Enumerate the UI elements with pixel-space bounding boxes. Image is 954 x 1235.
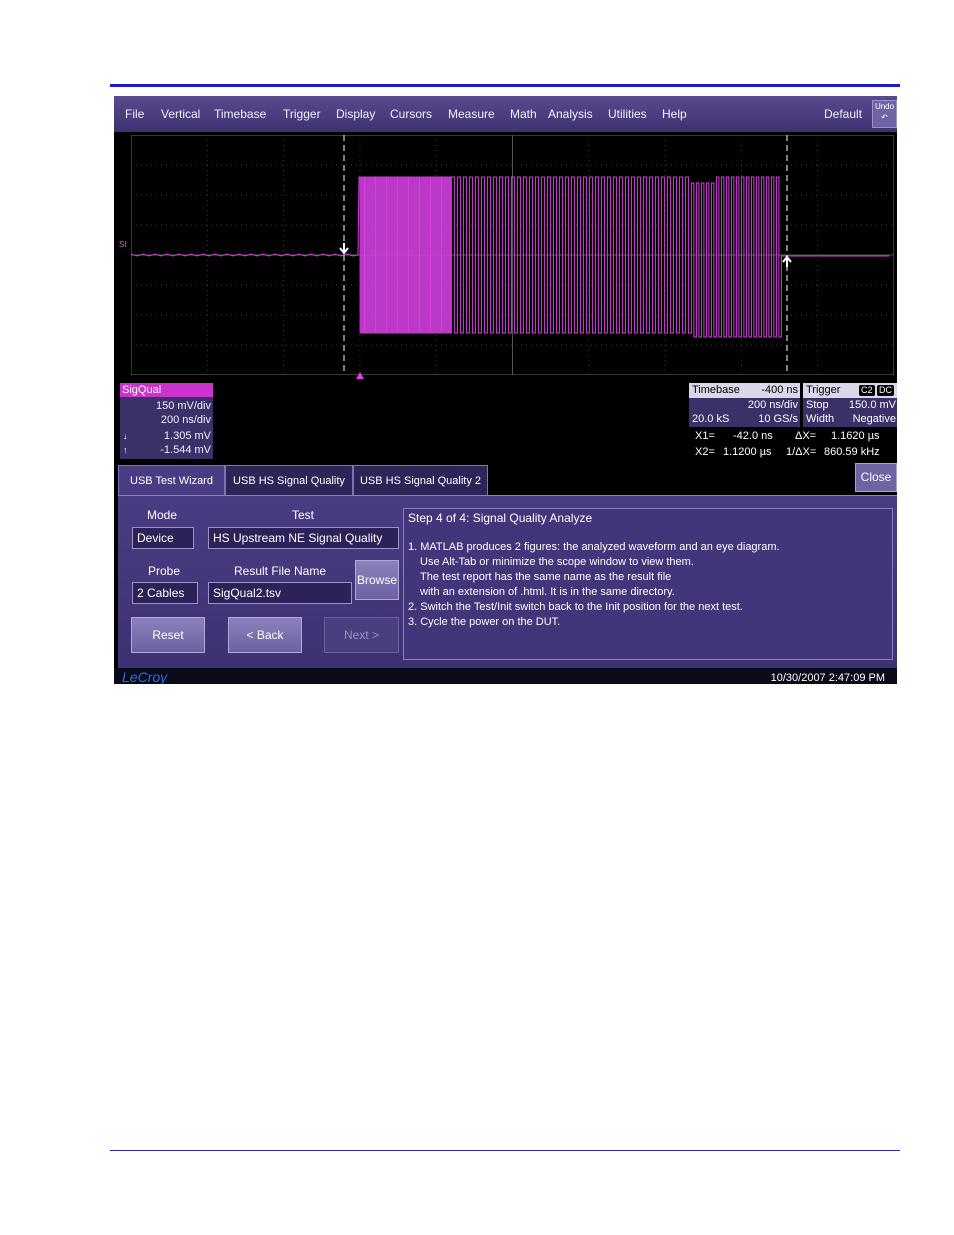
panel-body: Mode Device Test HS Upstream NE Signal Q…	[118, 495, 897, 669]
header-rule	[110, 84, 900, 87]
instruction-line: The test report has the same name as the…	[420, 571, 672, 583]
trigger-mode: Stop	[806, 399, 829, 411]
step-title: Step 4 of 4: Signal Quality Analyze	[408, 511, 593, 525]
tab-usb-hs-signal-quality-2[interactable]: USB HS Signal Quality 2	[353, 465, 488, 495]
trigger-position-icon	[356, 372, 364, 379]
menu-display[interactable]: Display	[336, 107, 375, 121]
cursor-up-icon: ↑	[123, 445, 128, 455]
menu-trigger[interactable]: Trigger	[283, 107, 321, 121]
test-field[interactable]: HS Upstream NE Signal Quality	[208, 527, 399, 549]
result-file-field[interactable]: SigQual2.tsv	[208, 582, 352, 604]
cursor-x1-label: X1=	[695, 430, 715, 442]
menu-vertical[interactable]: Vertical	[161, 107, 200, 121]
timebase-per-div: 200 ns/div	[747, 399, 798, 411]
date-time: 10/30/2007 2:47:09 PM	[770, 672, 885, 684]
instruction-line: Use Alt-Tab or minimize the scope window…	[420, 556, 694, 568]
menu-math[interactable]: Math	[510, 107, 537, 121]
menu-measure[interactable]: Measure	[448, 107, 495, 121]
trigger-coupling-badge: DC	[877, 385, 894, 396]
trigger-type: Width	[806, 413, 835, 425]
mode-field[interactable]: Device	[132, 527, 194, 549]
trigger-slope: Negative	[852, 413, 896, 425]
timebase-samples: 20.0 kS	[692, 413, 730, 425]
timebase-header: Timebase -400 ns	[689, 383, 800, 398]
trace-descriptor[interactable]: SigQual 150 mV/div 200 ns/div ↓ 1.305 mV…	[120, 383, 213, 459]
test-wizard-panel: USB Test Wizard USB HS Signal Quality US…	[118, 463, 897, 669]
cursor-down-icon: ↓	[123, 431, 128, 441]
probe-label: Probe	[147, 564, 181, 578]
footer-rule	[110, 1150, 900, 1151]
cursor-x1-value: -42.0 ns	[733, 430, 773, 442]
tab-usb-test-wizard[interactable]: USB Test Wizard	[118, 465, 225, 496]
trigger-source-badge: C2	[859, 385, 875, 396]
undo-label: Undo	[874, 102, 895, 111]
menu-cursors[interactable]: Cursors	[390, 107, 432, 121]
status-bar: LeCroy 10/30/2007 2:47:09 PM	[114, 668, 897, 684]
result-file-label: Result File Name	[233, 564, 327, 578]
next-button[interactable]: Next >	[324, 617, 399, 653]
trigger-level: 150.0 mV	[848, 399, 896, 411]
menu-analysis[interactable]: Analysis	[548, 107, 593, 121]
instructions-box: Step 4 of 4: Signal Quality Analyze 1. M…	[403, 508, 893, 660]
trace-cursor1-value: 1.305 mV	[163, 430, 211, 442]
menu-bar: File Vertical Timebase Trigger Display C…	[114, 96, 897, 132]
default-setup-button[interactable]: Default	[824, 107, 862, 121]
cursor-dx-value: 1.1620 µs	[831, 430, 880, 442]
undo-button[interactable]: Undo ↶	[872, 100, 897, 128]
menu-help[interactable]: Help	[662, 107, 687, 121]
cursor-dx-label: ΔX=	[795, 430, 817, 442]
trace-label: SI	[119, 240, 127, 249]
waveform-grid	[131, 135, 894, 375]
tab-usb-hs-signal-quality[interactable]: USB HS Signal Quality	[225, 465, 353, 495]
trigger-title: Trigger	[806, 384, 841, 396]
trace-name: SigQual	[120, 383, 213, 397]
cursor-x2-value: 1.1200 µs	[723, 446, 772, 458]
cursor-inv-label: 1/ΔX=	[786, 446, 817, 458]
oscilloscope-screen: File Vertical Timebase Trigger Display C…	[114, 96, 897, 684]
trace-cursor2-value: -1.544 mV	[160, 444, 211, 456]
instruction-line: 1. MATLAB produces 2 figures: the analyz…	[408, 541, 780, 553]
timebase-delay: -400 ns	[761, 384, 798, 396]
undo-icon: ↶	[881, 113, 888, 122]
instruction-line: with an extension of .html. It is in the…	[420, 586, 675, 598]
timebase-descriptor[interactable]: Timebase -400 ns 200 ns/div 20.0 kS 10 G…	[689, 383, 800, 427]
menu-file[interactable]: File	[125, 107, 144, 121]
menu-utilities[interactable]: Utilities	[608, 107, 647, 121]
cursor-inv-value: 860.59 kHz	[824, 446, 880, 458]
instruction-line: 3. Cycle the power on the DUT.	[408, 616, 561, 628]
reset-button[interactable]: Reset	[131, 617, 205, 653]
timebase-title: Timebase	[692, 384, 740, 396]
mode-label: Mode	[146, 508, 178, 522]
instruction-line: 2. Switch the Test/Init switch back to t…	[408, 601, 743, 613]
trigger-descriptor[interactable]: Trigger C2 DC Stop 150.0 mV Width Negati…	[803, 383, 897, 427]
trigger-header: Trigger C2 DC	[803, 383, 897, 398]
trace-vdiv: 150 mV/div	[155, 400, 211, 412]
browse-button[interactable]: Browse	[355, 560, 399, 600]
close-button[interactable]: Close	[855, 463, 897, 492]
test-label: Test	[291, 508, 314, 522]
trace-tdiv: 200 ns/div	[160, 414, 211, 426]
timebase-rate: 10 GS/s	[758, 413, 798, 425]
menu-timebase[interactable]: Timebase	[214, 107, 266, 121]
back-button[interactable]: < Back	[228, 617, 302, 653]
probe-field[interactable]: 2 Cables	[132, 582, 198, 604]
lecroy-logo: LeCroy	[122, 669, 168, 684]
cursor-x2-label: X2=	[695, 446, 715, 458]
